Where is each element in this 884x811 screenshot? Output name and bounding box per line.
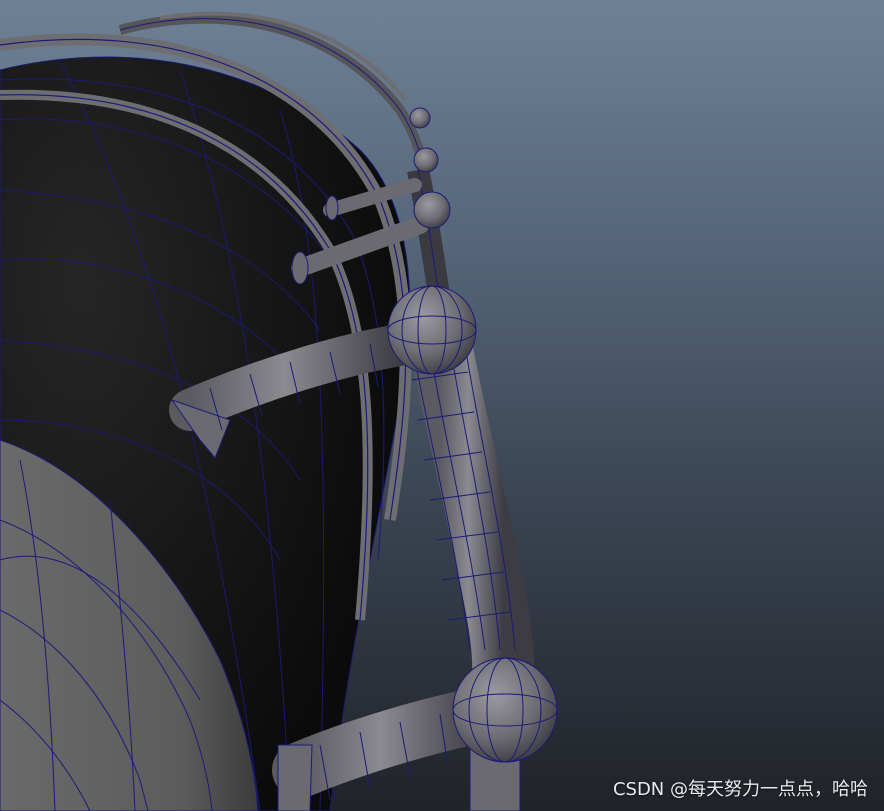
3d-viewport[interactable]: CSDN @每天努力一点点，哈哈	[0, 0, 884, 811]
drum-model	[0, 11, 558, 811]
watermark-text: CSDN @每天努力一点点，哈哈	[612, 779, 868, 800]
